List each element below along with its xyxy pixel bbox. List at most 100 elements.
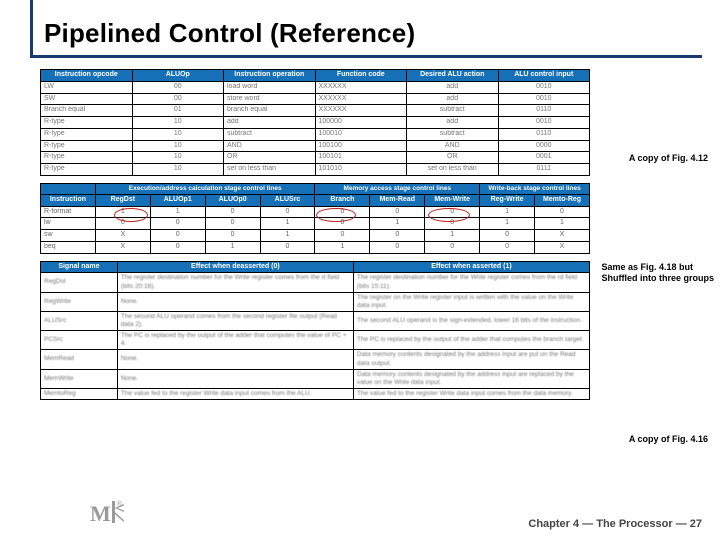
col-header: Function code: [315, 70, 407, 82]
col-header: Memory access stage control lines: [315, 183, 480, 194]
publisher-logo: M ®: [90, 501, 122, 528]
cell: 1: [205, 241, 260, 253]
cell: The PC is replaced by the output of the …: [117, 331, 353, 350]
cell: 0111: [498, 164, 590, 176]
cell: 0: [205, 206, 260, 218]
cell: AND: [407, 140, 499, 152]
cell: R-type: [41, 128, 133, 140]
cell: XXXXXX: [315, 93, 407, 105]
cell: OR: [407, 152, 499, 164]
col-header: Signal name: [41, 261, 118, 273]
col-header: ALUOp: [132, 70, 224, 82]
table-aluop: Instruction opcodeALUOpInstruction opera…: [40, 69, 590, 176]
cell: SW: [41, 93, 133, 105]
cell: 0: [205, 230, 260, 242]
col-header: Memto-Reg: [535, 194, 590, 206]
cell: RegDst: [41, 273, 118, 292]
col-header: Execution/address calculation stage cont…: [95, 183, 315, 194]
cell: 00: [132, 81, 224, 93]
cell: subtract: [407, 128, 499, 140]
note-line: Shuffled into three groups: [602, 273, 715, 283]
cell: The register on the Write register input…: [353, 292, 589, 311]
cell: RegWrite: [41, 292, 118, 311]
cell: OR: [224, 152, 316, 164]
cell: 10: [132, 117, 224, 129]
circle-annotation: [428, 208, 470, 222]
cell: 100010: [315, 128, 407, 140]
cell: 0: [480, 230, 535, 242]
cell: 0: [315, 230, 370, 242]
cell: 0: [535, 206, 590, 218]
cell: The register destination number for the …: [117, 273, 353, 292]
col-header: Instruction: [41, 194, 96, 206]
col-header: [41, 183, 96, 194]
circle-annotation: [316, 208, 356, 222]
cell: 0010: [498, 117, 590, 129]
col-header: RegDst: [95, 194, 150, 206]
cell: store word: [224, 93, 316, 105]
cell: None.: [117, 292, 353, 311]
cell: 1: [315, 241, 370, 253]
cell: X: [535, 230, 590, 242]
note-fig418: Same as Fig. 4.18 but Shuffled into thre…: [602, 262, 715, 285]
cell: R-type: [41, 164, 133, 176]
logo-letter-k: [112, 501, 115, 528]
cell: X: [95, 230, 150, 242]
cell: None.: [117, 350, 353, 369]
cell: set on less than: [407, 164, 499, 176]
circle-annotation: [114, 208, 148, 222]
cell: LW: [41, 81, 133, 93]
cell: 0010: [498, 81, 590, 93]
cell: 1: [260, 218, 315, 230]
cell: 10: [132, 140, 224, 152]
cell: The PC is replaced by the output of the …: [353, 331, 589, 350]
cell: Data memory contents designated by the a…: [353, 369, 589, 388]
cell: The second ALU operand is the sign-exten…: [353, 311, 589, 330]
cell: add: [224, 117, 316, 129]
cell: 0110: [498, 128, 590, 140]
cell: 1: [535, 218, 590, 230]
cell: XXXXXX: [315, 105, 407, 117]
cell: ALUSrc: [41, 311, 118, 330]
cell: XXXXXX: [315, 81, 407, 93]
accent-horizontal: [30, 55, 702, 58]
note-fig412: A copy of Fig. 4.12: [629, 153, 708, 164]
cell: 1: [480, 218, 535, 230]
cell: 0110: [498, 105, 590, 117]
cell: R-type: [41, 152, 133, 164]
cell: AND: [224, 140, 316, 152]
cell: 0: [370, 206, 425, 218]
cell: MemRead: [41, 350, 118, 369]
note-line: Same as Fig. 4.18 but: [602, 262, 694, 272]
col-header: Write-back stage control lines: [480, 183, 590, 194]
cell: 1: [480, 206, 535, 218]
footer-text: Chapter 4 — The Processor — 27: [528, 518, 702, 530]
cell: branch equal: [224, 105, 316, 117]
cell: The value fed to the register Write data…: [353, 388, 589, 399]
cell: 0: [150, 241, 205, 253]
cell: subtract: [407, 105, 499, 117]
cell: 00: [132, 93, 224, 105]
cell: 10: [132, 128, 224, 140]
cell: 0: [150, 218, 205, 230]
cell: 100000: [315, 117, 407, 129]
cell: set on less than: [224, 164, 316, 176]
col-header: ALUOp1: [150, 194, 205, 206]
cell: 100100: [315, 140, 407, 152]
cell: 0: [480, 241, 535, 253]
cell: The second ALU operand comes from the se…: [117, 311, 353, 330]
cell: PCSrc: [41, 331, 118, 350]
cell: 101010: [315, 164, 407, 176]
cell: add: [407, 117, 499, 129]
table-signal-effects: Signal nameEffect when deasserted (0)Eff…: [40, 261, 590, 400]
cell: MemWrite: [41, 369, 118, 388]
cell: beq: [41, 241, 96, 253]
cell: 0: [205, 218, 260, 230]
cell: sw: [41, 230, 96, 242]
col-header: Desired ALU action: [407, 70, 499, 82]
cell: 01: [132, 105, 224, 117]
cell: The register destination number for the …: [353, 273, 589, 292]
col-header: Reg-Write: [480, 194, 535, 206]
cell: R-type: [41, 140, 133, 152]
cell: 0: [425, 241, 480, 253]
